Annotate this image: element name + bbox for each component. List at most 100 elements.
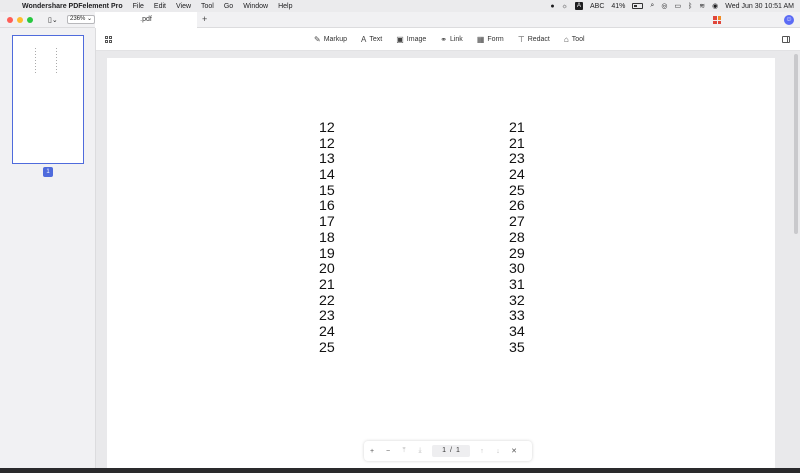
page-separator: / [450,447,452,454]
last-page-button[interactable]: ⤓ [412,447,428,455]
right-value: 30 [509,261,525,278]
toolbox-icon: ⌂ [563,35,569,44]
pen-icon: ✎ [314,35,321,44]
page-number-badge: 1 [43,167,53,177]
text-icon: A [361,35,367,44]
left-value: 21 [319,276,335,293]
page-number-field[interactable]: 1/1 [432,445,470,457]
menu-file[interactable]: File [133,3,144,10]
left-value: 14 [319,167,335,184]
battery-icon[interactable] [632,3,644,9]
document-tab[interactable]: .pdf [95,12,197,28]
redact-button[interactable]: ⊤ Redact [518,35,550,44]
input-source-icon[interactable]: A [574,2,583,10]
image-button[interactable]: ▣ Image [396,35,426,44]
left-value: 19 [319,245,335,262]
right-value: 35 [509,339,525,356]
clock[interactable]: Wed Jun 30 10:51 AM [725,3,794,10]
siri-icon[interactable]: ◉ [712,2,718,10]
tool-label: Tool [571,36,585,43]
page-navigation-bar: + − ⤒ ⤓ 1/1 ↑ ↓ ✕ [364,441,532,461]
grid-view-icon[interactable] [105,36,112,43]
menu-help[interactable]: Help [278,3,292,10]
window-tab-row: ▯⌄ 236% ⌄ .pdf + ☺ [0,12,800,28]
first-page-button[interactable]: ⤒ [396,447,412,455]
zoom-in-button[interactable]: + [364,448,380,455]
wechat-icon[interactable]: ● [550,3,554,10]
form-label: Form [487,36,504,43]
edit-toolbar: ✎ Markup A Text ▣ Image ⚭ Link ▦ Form ⊤ Redact… [96,28,800,51]
screen-mirroring-icon[interactable]: ▭ [674,2,681,10]
zoom-window-button[interactable] [27,17,33,23]
link-icon: ⚭ [440,35,447,44]
tool-group: ✎ Markup A Text ▣ Image ⚭ Link ▦ Form ⊤ Redact… [314,28,585,51]
minimize-window-button[interactable] [17,17,23,23]
status-area: ● ☼ A ABC 41% ⌕ ◎ ▭ ᛒ ≋ ◉ Wed Jun 30 10:… [550,0,794,12]
window-controls [7,17,33,23]
image-icon: ▣ [396,35,404,44]
left-value: 24 [319,323,335,340]
markup-button[interactable]: ✎ Markup [314,35,347,44]
pdf-page[interactable]: 12 12 13 14 15 16 17 18 19 20 21 22 23 2… [107,58,775,473]
right-value: 34 [509,323,525,340]
left-value: 18 [319,229,335,246]
right-value: 32 [509,292,525,309]
bluetooth-icon[interactable]: ᛒ [688,3,692,10]
total-pages: 1 [455,447,460,454]
new-tab-button[interactable]: + [202,14,207,24]
app-menu[interactable]: Wondershare PDFelement Pro [22,3,123,10]
left-value: 16 [319,198,335,215]
redact-label: Redact [527,36,550,43]
link-label: Link [449,36,463,43]
zoom-value: 236% [70,16,86,22]
apps-icon[interactable] [713,16,721,24]
search-icon[interactable]: ⌕ [650,2,654,10]
dock-edge [0,468,800,473]
page-thumbnail[interactable] [12,35,84,164]
battery-percent: 41% [611,2,626,10]
right-value: 24 [509,167,525,184]
text-button[interactable]: A Text [361,35,382,44]
document-canvas: 12 12 13 14 15 16 17 18 19 20 21 22 23 2… [96,51,800,473]
left-value: 12 [319,120,335,136]
image-label: Image [406,36,427,43]
control-center-icon[interactable]: ◎ [661,2,667,10]
thumbnail-text-mark [35,48,36,74]
menu-go[interactable]: Go [224,3,233,10]
right-value: 25 [509,182,525,199]
sidebar-toggle-icon[interactable]: ▯⌄ [48,15,62,24]
menu-tool[interactable]: Tool [201,3,214,10]
menu-window[interactable]: Window [243,3,268,10]
close-navigation-button[interactable]: ✕ [506,447,522,455]
input-source-label[interactable]: ABC [590,3,604,10]
left-number-column: 12 12 13 14 15 16 17 18 19 20 21 22 23 2… [319,120,335,356]
right-value: 23 [509,151,525,168]
right-value: 27 [509,214,525,231]
text-label: Text [369,36,383,43]
left-value: 13 [319,151,335,168]
link-button[interactable]: ⚭ Link [440,35,463,44]
tool-button[interactable]: ⌂ Tool [564,35,585,44]
menu-view[interactable]: View [176,3,191,10]
account-icon[interactable]: ☺ [784,15,794,25]
right-value: 26 [509,198,525,215]
thumbnail-text-mark [56,48,57,74]
right-value: 28 [509,229,525,246]
close-window-button[interactable] [7,17,13,23]
current-page: 1 [442,447,447,454]
previous-page-button[interactable]: ↑ [474,448,490,455]
zoom-out-button[interactable]: − [380,448,396,455]
menu-edit[interactable]: Edit [154,3,166,10]
vertical-scrollbar[interactable] [794,54,798,234]
right-value: 21 [509,135,525,152]
form-button[interactable]: ▦ Form [477,35,504,44]
redact-icon: ⊤ [517,35,525,44]
right-panel-icon[interactable] [782,36,790,43]
right-value: 31 [509,276,525,293]
thumbnail-panel: 1 [0,28,96,473]
brightness-icon[interactable]: ☼ [562,3,568,10]
zoom-select[interactable]: 236% ⌄ [67,15,96,24]
wifi-icon[interactable]: ≋ [699,2,705,10]
next-page-button[interactable]: ↓ [490,448,506,455]
markup-label: Markup [323,36,348,43]
